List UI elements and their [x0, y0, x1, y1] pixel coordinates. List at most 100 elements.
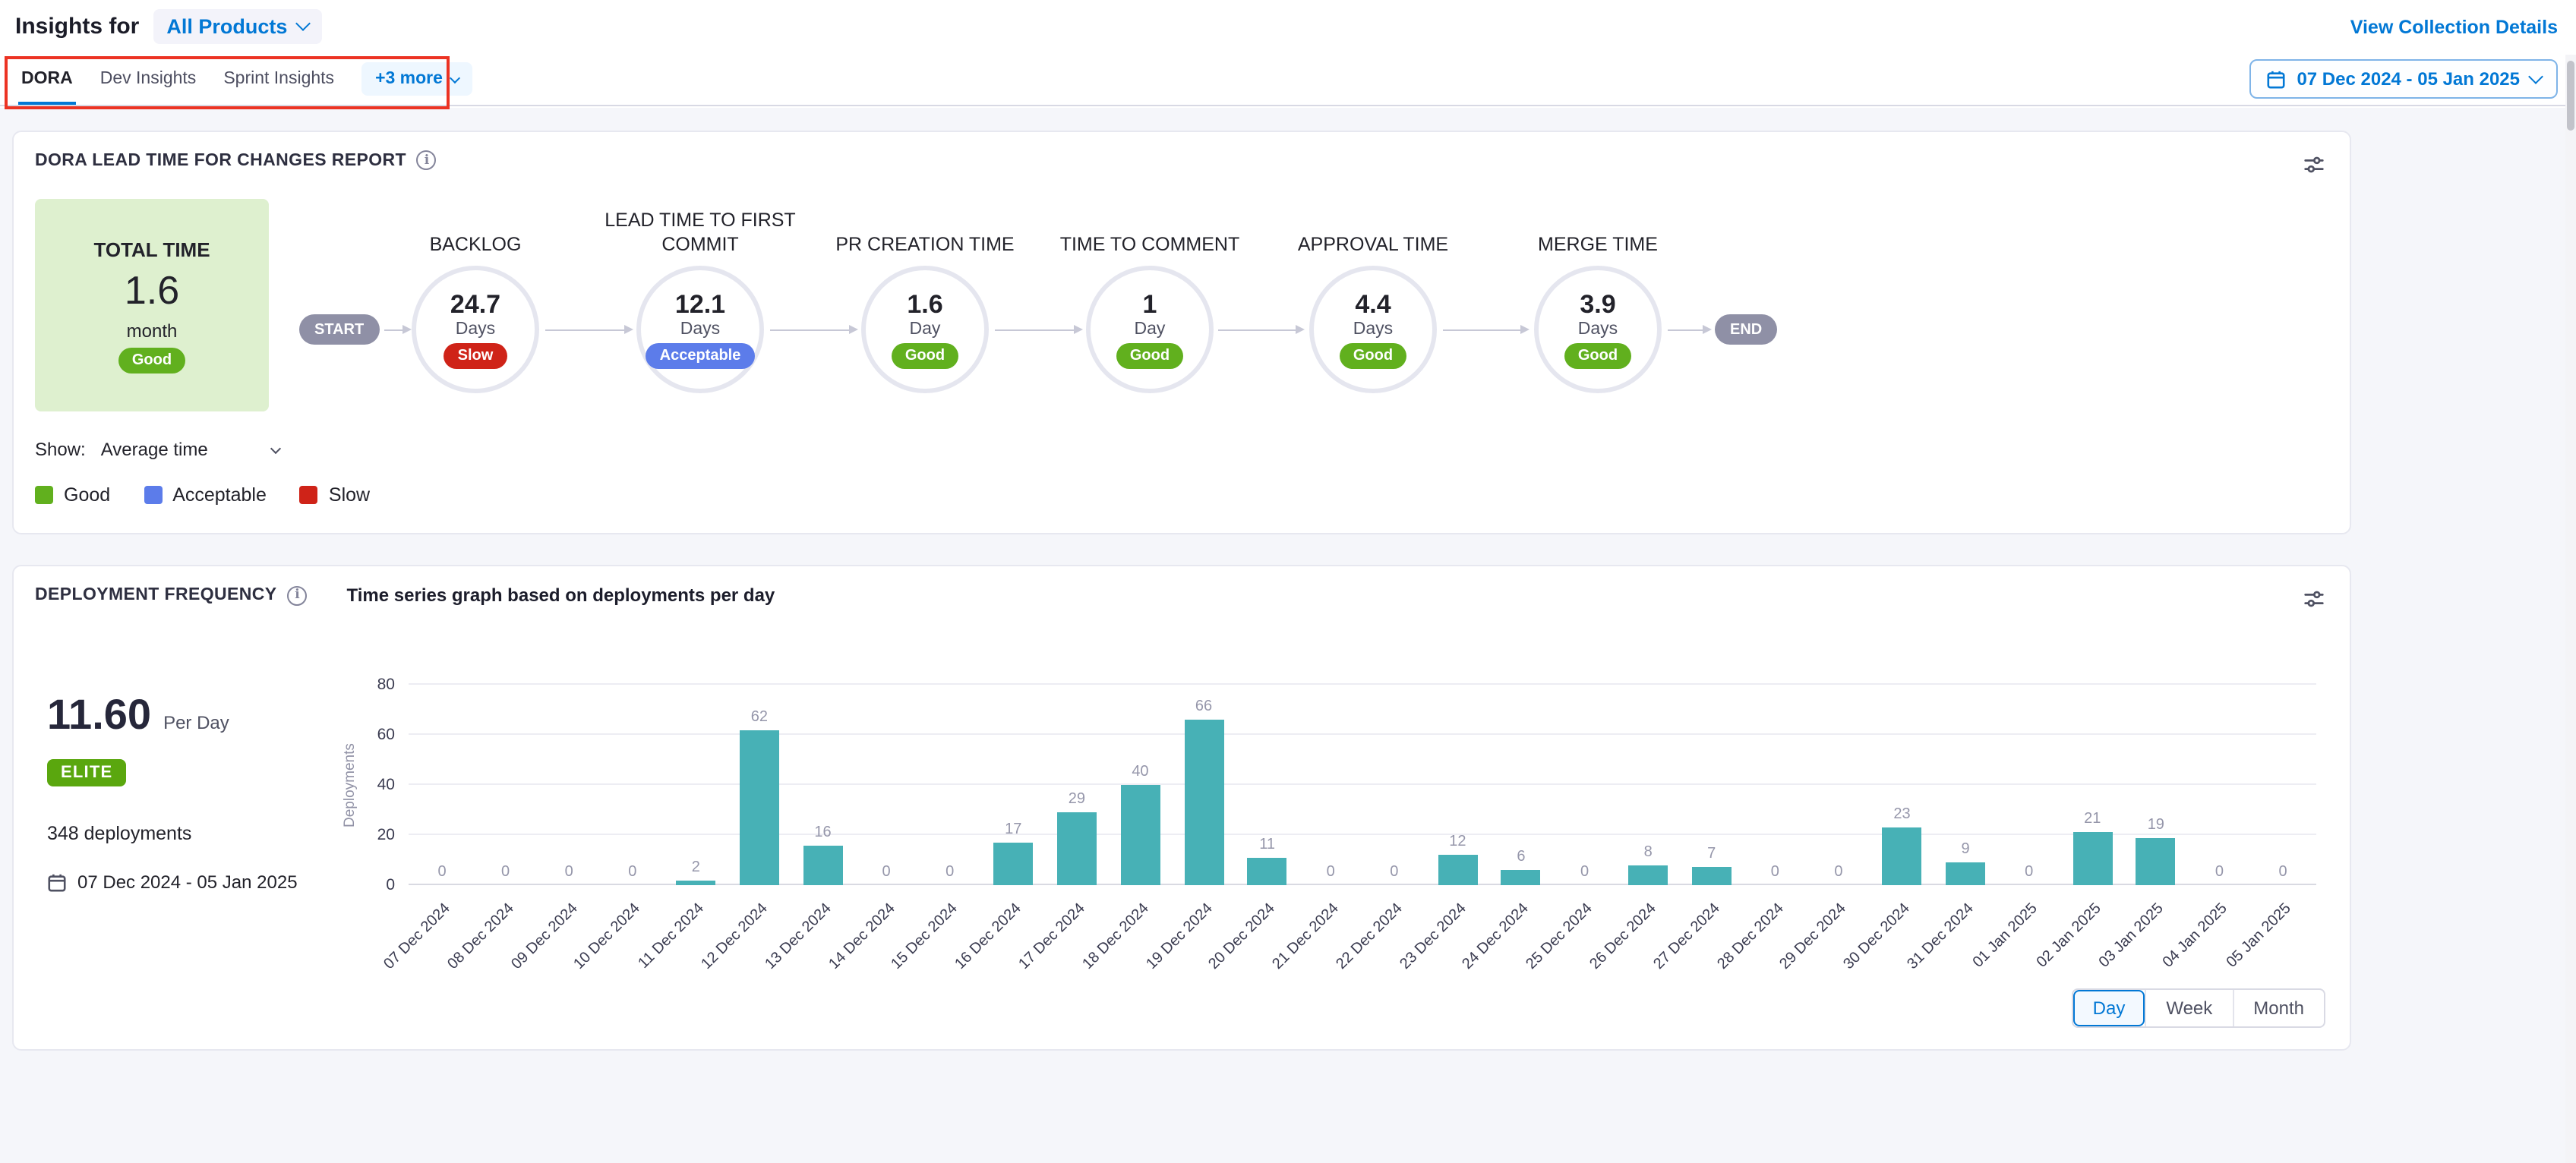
- deployment-bar[interactable]: [1057, 812, 1097, 885]
- bar-value-label: 16: [793, 824, 854, 840]
- stage-value: 24.7: [450, 290, 500, 320]
- deployment-bar[interactable]: [2072, 833, 2112, 885]
- scrollbar-thumb[interactable]: [2567, 61, 2574, 131]
- tab-sprint-insights[interactable]: Sprint Insights: [223, 53, 334, 105]
- lead-time-settings-button[interactable]: [2300, 150, 2328, 184]
- bar-value-label: 0: [2189, 864, 2249, 881]
- deployment-bar[interactable]: [1501, 870, 1541, 885]
- deployment-bar[interactable]: [1438, 855, 1477, 885]
- deployment-settings-button[interactable]: [2300, 585, 2328, 618]
- deployment-bar[interactable]: [1882, 827, 1921, 885]
- legend-swatch-acceptable: [144, 486, 162, 504]
- deployment-bar[interactable]: [1692, 868, 1732, 885]
- more-tabs-button[interactable]: +3 more: [361, 62, 473, 96]
- stage-unit: Days: [680, 320, 720, 339]
- deployment-bar[interactable]: [803, 845, 843, 885]
- stage-backlog: BACKLOG 24.7 Days Slow: [361, 190, 589, 393]
- view-collection-details-link[interactable]: View Collection Details: [2350, 16, 2558, 37]
- stage-circle[interactable]: 24.7 Days Slow: [412, 266, 539, 393]
- deployment-bar[interactable]: [676, 880, 715, 885]
- bar-value-label: 21: [2062, 812, 2123, 828]
- deployment-bar[interactable]: [1628, 865, 1668, 885]
- date-range-value: 07 Dec 2024 - 05 Jan 2025: [77, 871, 298, 893]
- bar-value-label: 17: [983, 821, 1043, 838]
- page-title: Insights for: [15, 14, 139, 39]
- stage-circle[interactable]: 12.1 Days Acceptable: [636, 266, 764, 393]
- bar-value-label: 0: [475, 864, 536, 881]
- deployment-bar[interactable]: [993, 843, 1033, 885]
- bar-value-label: 0: [1364, 864, 1425, 881]
- bar-value-label: 0: [1744, 864, 1805, 881]
- stage-value: 4.4: [1355, 290, 1391, 320]
- product-selector-value: All Products: [166, 15, 287, 38]
- bar-value-label: 19: [2126, 816, 2186, 833]
- more-tabs-label: +3 more: [375, 70, 443, 88]
- date-range-value: 07 Dec 2024 - 05 Jan 2025: [2297, 68, 2520, 90]
- flow-connector-arrow: [1668, 329, 1709, 331]
- granularity-week-button[interactable]: Week: [2145, 990, 2232, 1026]
- page-header: Insights for All Products View Collectio…: [0, 0, 2576, 53]
- deployment-bar[interactable]: [1248, 858, 1287, 885]
- total-time-label: TOTAL TIME: [93, 238, 210, 260]
- granularity-toggle: Day Week Month: [2072, 988, 2325, 1028]
- granularity-month-button[interactable]: Month: [2232, 990, 2324, 1026]
- y-axis-tick: 80: [377, 676, 395, 694]
- stage-lead-time-to-first-commit: LEAD TIME TO FIRST COMMIT 12.1 Days Acce…: [586, 190, 814, 393]
- calendar-icon: [47, 872, 67, 892]
- stage-circle[interactable]: 4.4 Days Good: [1309, 266, 1437, 393]
- bar-value-label: 6: [1491, 849, 1552, 865]
- stage-value: 1.6: [907, 290, 942, 320]
- stage-value: 12.1: [675, 290, 725, 320]
- total-time-badge: Good: [118, 347, 185, 373]
- scrollbar-track[interactable]: [2565, 55, 2576, 1163]
- granularity-day-button[interactable]: Day: [2073, 990, 2145, 1026]
- tab-dev-insights[interactable]: Dev Insights: [100, 53, 197, 105]
- stage-unit: Day: [1135, 320, 1166, 339]
- page: Insights for All Products View Collectio…: [0, 0, 2576, 1163]
- info-icon[interactable]: i: [417, 150, 437, 170]
- stage-status-badge: Good: [892, 343, 958, 369]
- insight-tab-bar: DORA Dev Insights Sprint Insights +3 mor…: [0, 53, 2576, 106]
- stage-label: TIME TO COMMENT: [1036, 190, 1264, 257]
- bar-value-label: 0: [1808, 864, 1869, 881]
- deployment-bar[interactable]: [1946, 862, 1985, 885]
- bar-value-label: 40: [1110, 764, 1170, 780]
- info-icon[interactable]: i: [288, 585, 308, 605]
- product-selector-dropdown[interactable]: All Products: [153, 9, 322, 44]
- dashboard-main: DORA LEAD TIME FOR CHANGES REPORT i TOTA…: [0, 108, 2576, 1163]
- bar-value-label: 62: [729, 708, 790, 725]
- legend-item-slow: Slow: [300, 484, 370, 506]
- chevron-down-icon: [2528, 68, 2543, 84]
- stage-label: LEAD TIME TO FIRST COMMIT: [586, 190, 814, 257]
- chart-x-axis: 07 Dec 202408 Dec 202409 Dec 202410 Dec …: [409, 885, 2316, 1007]
- stage-value: 3.9: [1580, 290, 1615, 320]
- show-metric-value: Average time: [101, 439, 208, 460]
- lead-time-card-title: DORA LEAD TIME FOR CHANGES REPORT: [35, 151, 406, 169]
- sliders-icon: [2303, 153, 2325, 176]
- bar-value-label: 0: [2252, 864, 2313, 881]
- deployment-bar[interactable]: [2136, 837, 2176, 885]
- deployment-bar[interactable]: [1120, 785, 1160, 885]
- stage-circle[interactable]: 1 Day Good: [1086, 266, 1214, 393]
- bar-value-label: 66: [1173, 698, 1234, 715]
- legend-item-good: Good: [35, 484, 110, 506]
- stage-merge-time: MERGE TIME 3.9 Days Good: [1484, 190, 1712, 393]
- bar-value-label: 0: [602, 864, 663, 881]
- stage-unit: Days: [1353, 320, 1393, 339]
- bar-value-label: 29: [1046, 791, 1107, 808]
- legend-item-acceptable: Acceptable: [144, 484, 267, 506]
- stage-status-badge: Good: [1564, 343, 1631, 369]
- y-axis-tick: 20: [377, 826, 395, 844]
- stage-circle[interactable]: 3.9 Days Good: [1534, 266, 1662, 393]
- date-range-picker[interactable]: 07 Dec 2024 - 05 Jan 2025: [2249, 59, 2558, 99]
- show-metric-select[interactable]: Average time: [101, 439, 279, 460]
- tab-dora[interactable]: DORA: [21, 53, 73, 105]
- bar-value-label: 8: [1618, 844, 1678, 861]
- y-axis-tick: 60: [377, 726, 395, 744]
- stage-label: MERGE TIME: [1484, 190, 1712, 257]
- stage-circle[interactable]: 1.6 Day Good: [861, 266, 989, 393]
- deployment-bar[interactable]: [740, 730, 779, 885]
- gridline: [409, 834, 2316, 835]
- deployment-bar[interactable]: [1184, 720, 1223, 885]
- lead-time-report-card: DORA LEAD TIME FOR CHANGES REPORT i TOTA…: [12, 131, 2351, 534]
